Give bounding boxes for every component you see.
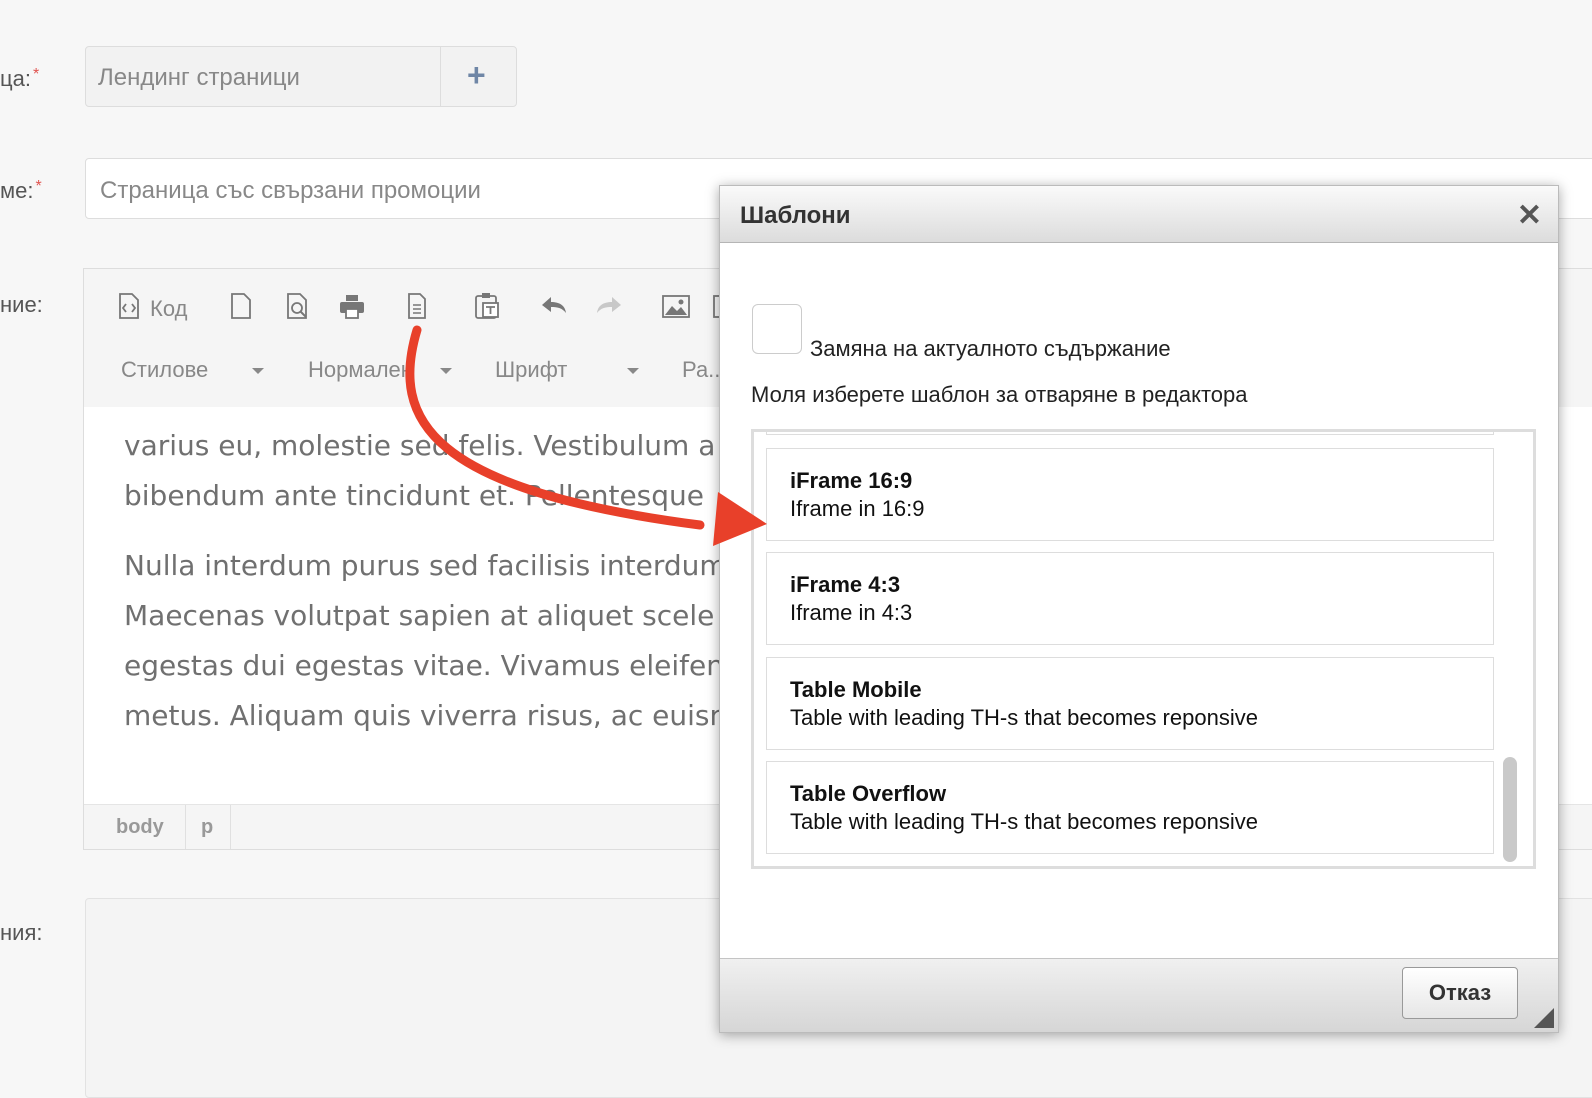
template-title: iFrame 16:9: [790, 468, 913, 493]
template-item-partial[interactable]: [766, 432, 1494, 435]
redo-icon[interactable]: [594, 291, 624, 321]
template-description: Iframe in 16:9: [790, 496, 925, 521]
template-title: Table Overflow: [790, 781, 947, 806]
template-description: Table with leading TH-s that becomes rep…: [790, 705, 1258, 730]
dialog-footer: Отказ: [720, 958, 1558, 1032]
landing-page-select[interactable]: Лендинг страници +: [85, 46, 517, 107]
templates-dialog: Шаблони ✕ Замяна на актуалното съдържани…: [719, 185, 1559, 1033]
template-item[interactable]: iFrame 16:9 Iframe in 16:9: [766, 448, 1494, 541]
styles-chevron-down-icon[interactable]: [252, 368, 264, 374]
close-icon[interactable]: ✕: [1517, 198, 1542, 233]
scrollbar-thumb[interactable]: [1503, 757, 1517, 862]
cancel-button[interactable]: Отказ: [1402, 967, 1518, 1019]
path-body[interactable]: body: [116, 816, 164, 839]
replace-content-label[interactable]: Замяна на актуалното съдържание: [810, 336, 1171, 362]
text-line: bibendum ante tincidunt et. Pellentesque: [124, 479, 705, 512]
dialog-titlebar[interactable]: Шаблони ✕: [720, 186, 1558, 243]
field-label-title: ме: *: [0, 178, 42, 203]
template-title: iFrame 4:3: [790, 572, 901, 597]
replace-content-checkbox[interactable]: [752, 304, 802, 354]
field-label-content: ние:: [0, 292, 43, 317]
template-item[interactable]: Table Mobile Table with leading TH-s tha…: [766, 657, 1494, 750]
text-line: Nulla interdum purus sed facilisis inter…: [124, 549, 727, 582]
template-item[interactable]: Table Overflow Table with leading TH-s t…: [766, 761, 1494, 854]
dialog-instruction: Моля изберете шаблон за отваряне в редак…: [751, 382, 1248, 407]
title-value: Страница със свързани промоции: [100, 177, 481, 204]
path-divider: [185, 805, 186, 849]
template-item[interactable]: iFrame 4:3 Iframe in 4:3: [766, 552, 1494, 645]
font-dropdown[interactable]: Шрифт: [495, 357, 567, 383]
preview-icon[interactable]: [282, 291, 312, 321]
path-divider: [230, 805, 231, 849]
text-line: egestas dui egestas vitae. Vivamus eleif…: [124, 649, 724, 682]
source-button-label[interactable]: Код: [150, 296, 187, 322]
text-line: metus. Aliquam quis viverra risus, ac eu…: [124, 699, 728, 732]
plus-icon: +: [467, 57, 486, 93]
add-button[interactable]: +: [440, 47, 516, 106]
required-marker: *: [32, 66, 40, 83]
template-description: Table with leading TH-s that becomes rep…: [790, 809, 1258, 834]
text-line: Maecenas volutpat sapien at aliquet scel…: [124, 599, 715, 632]
landing-page-value: Лендинг страници: [98, 64, 300, 91]
font-chevron-down-icon[interactable]: [627, 368, 639, 374]
field-label-other: ния:: [0, 920, 43, 945]
format-chevron-down-icon[interactable]: [440, 368, 452, 374]
format-dropdown[interactable]: Нормален: [308, 357, 413, 383]
template-description: Iframe in 4:3: [790, 600, 913, 625]
path-p[interactable]: p: [201, 816, 213, 839]
template-list[interactable]: iFrame 16:9 Iframe in 16:9 iFrame 4:3 If…: [751, 429, 1536, 869]
templates-icon[interactable]: [402, 291, 432, 321]
print-icon[interactable]: [337, 291, 367, 321]
paste-text-icon[interactable]: [472, 291, 502, 321]
resize-handle-icon[interactable]: [1534, 1008, 1554, 1028]
new-page-icon[interactable]: [226, 291, 256, 321]
image-icon[interactable]: [661, 291, 691, 321]
required-marker: *: [35, 178, 42, 195]
template-title: Table Mobile: [790, 677, 922, 702]
dialog-title: Шаблони: [740, 202, 851, 229]
styles-dropdown[interactable]: Стилове: [121, 357, 208, 383]
text-line: varius eu, molestie sed felis. Vestibulu…: [124, 429, 716, 462]
undo-icon[interactable]: [539, 291, 569, 321]
source-code-icon[interactable]: [114, 291, 144, 321]
field-label-page: ца: *: [0, 66, 40, 91]
